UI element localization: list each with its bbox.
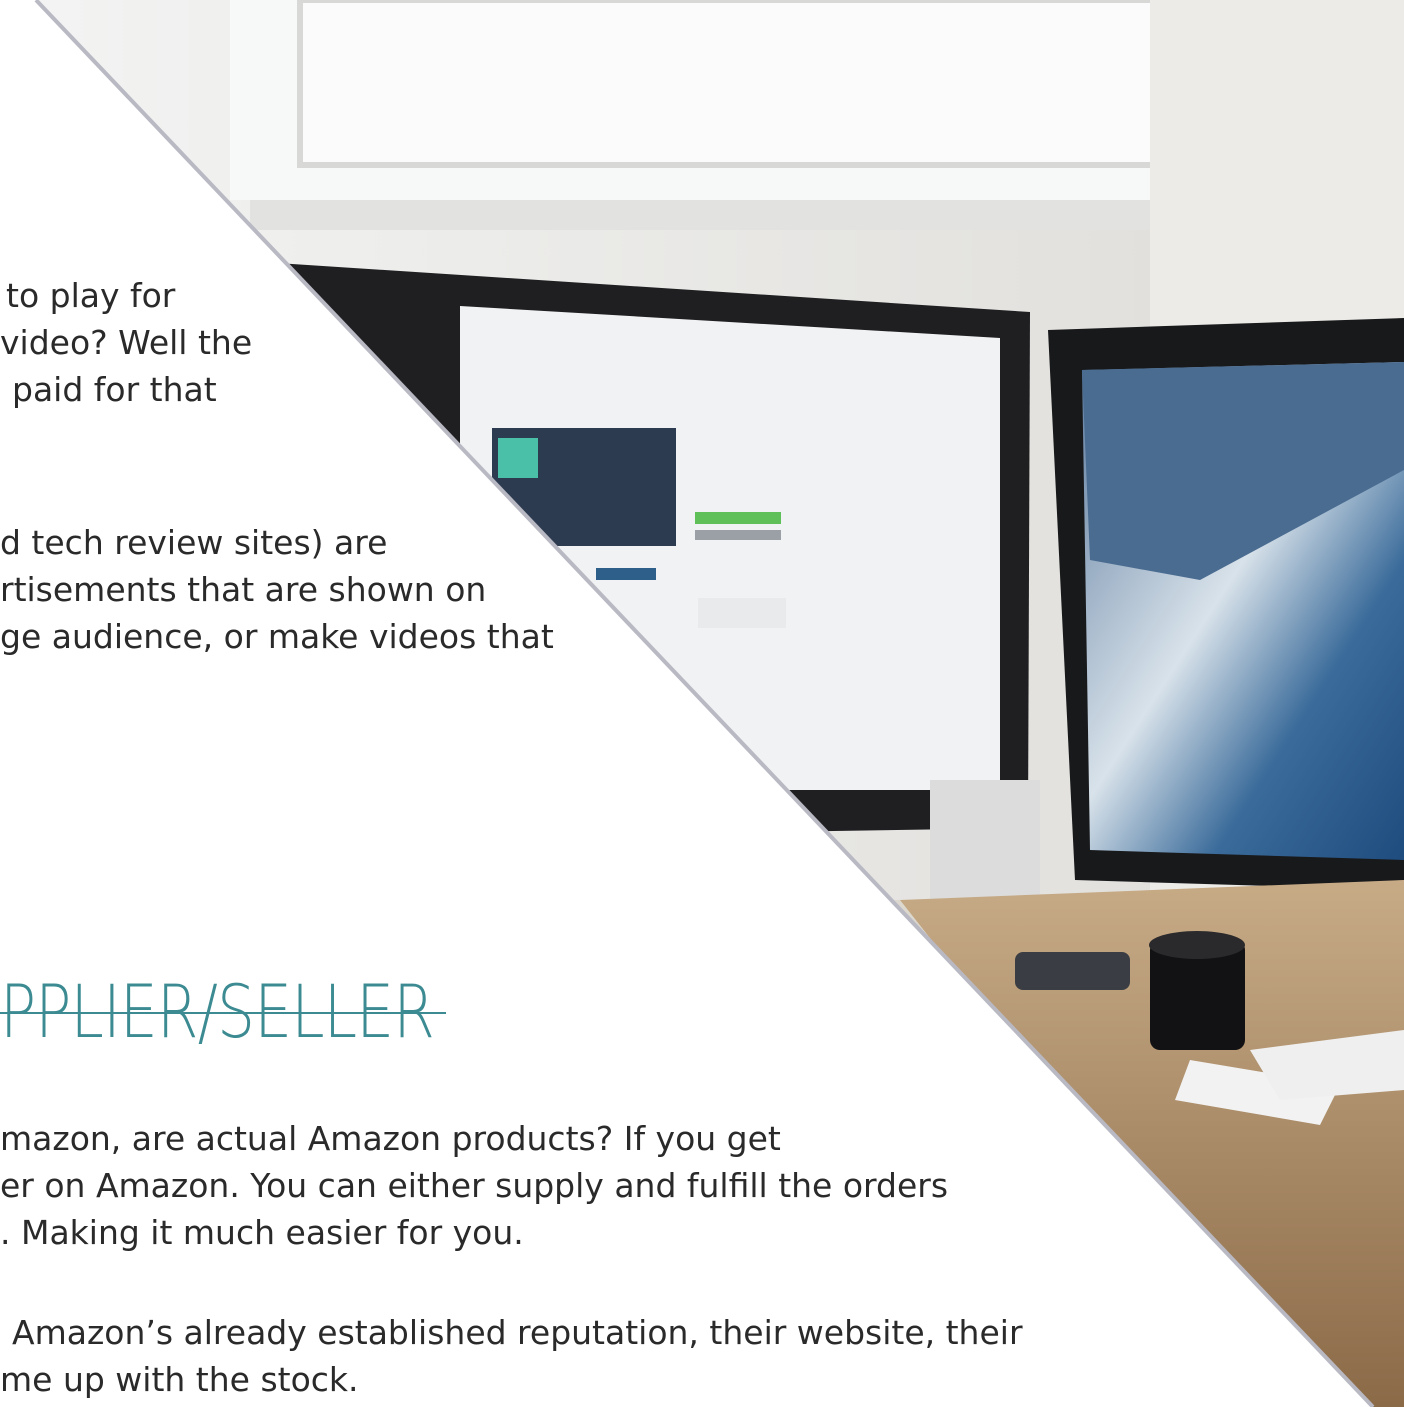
heading-underline: [0, 1012, 446, 1014]
para3-line1: mazon, are actual Amazon products? If yo…: [0, 1119, 781, 1158]
para3-line3: . Making it much easier for you.: [0, 1213, 524, 1252]
para3-line2: er on Amazon. You can either supply and …: [0, 1166, 949, 1205]
page-canvas: to play for video? Well the paid for tha…: [0, 0, 1404, 1407]
para1-line3: paid for that: [12, 370, 217, 409]
para1-line1: to play for: [6, 276, 176, 315]
para2-line3: ge audience, or make videos that: [0, 617, 554, 656]
para4-line1: Amazon’s already established reputation,…: [12, 1313, 1023, 1352]
para2-line1: d tech review sites) are: [0, 523, 388, 562]
para2-line2: rtisements that are shown on: [0, 570, 487, 609]
para4-line2: me up with the stock.: [0, 1360, 359, 1399]
para1-line2: video? Well the: [0, 323, 253, 362]
